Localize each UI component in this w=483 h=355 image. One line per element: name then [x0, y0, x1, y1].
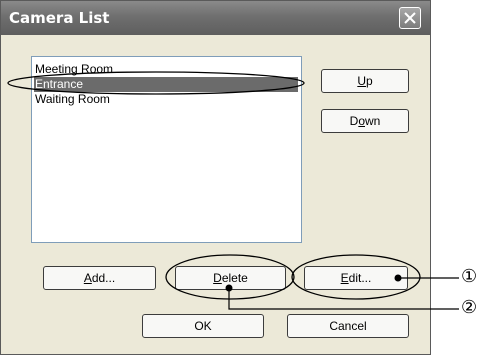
- callout-1: ①: [461, 266, 478, 287]
- delete-highlight-ellipse: [165, 254, 295, 300]
- callout-2: ②: [461, 297, 478, 318]
- entrance-highlight-ellipse: [7, 71, 305, 95]
- annotation-overlay: [7, 71, 459, 310]
